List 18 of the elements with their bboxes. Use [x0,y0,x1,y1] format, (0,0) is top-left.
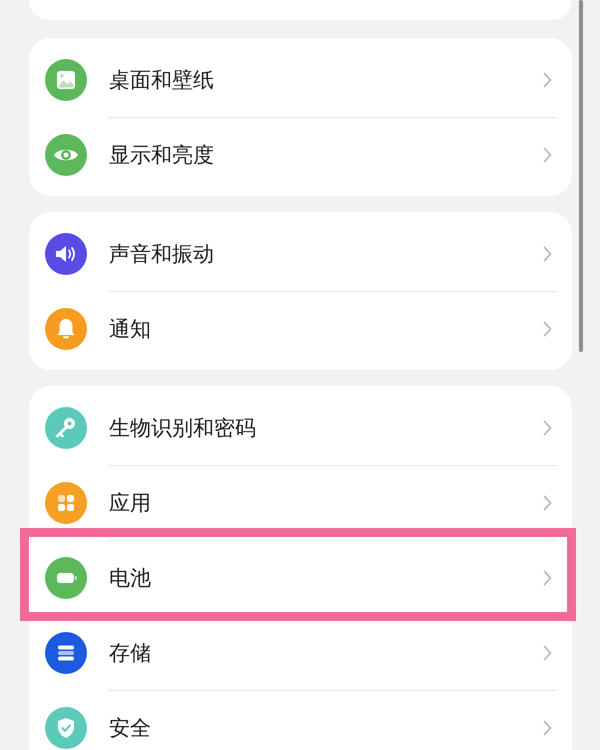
chevron-icon [543,420,552,436]
settings-item[interactable]: 生物识别和密码 [29,390,572,465]
chevron-icon [543,246,552,262]
chevron-icon [543,644,552,660]
chevron-icon [543,720,552,736]
chevron-icon [543,72,552,88]
settings-item[interactable]: 安全 [29,690,572,750]
settings-item[interactable]: 应用 [29,465,572,540]
settings-item[interactable]: 桌面和壁纸 [29,42,572,117]
settings-item[interactable]: 显示和亮度 [29,117,572,192]
chevron-icon [543,570,552,586]
settings-item[interactable]: 存储 [29,615,572,690]
settings-item[interactable]: 声音和振动 [29,216,572,291]
settings-item[interactable]: 电池 [29,540,572,615]
chevron-icon [543,146,552,162]
chevron-icon [543,320,552,336]
chevron-icon [543,494,552,510]
settings-item[interactable]: 通知 [29,291,572,366]
